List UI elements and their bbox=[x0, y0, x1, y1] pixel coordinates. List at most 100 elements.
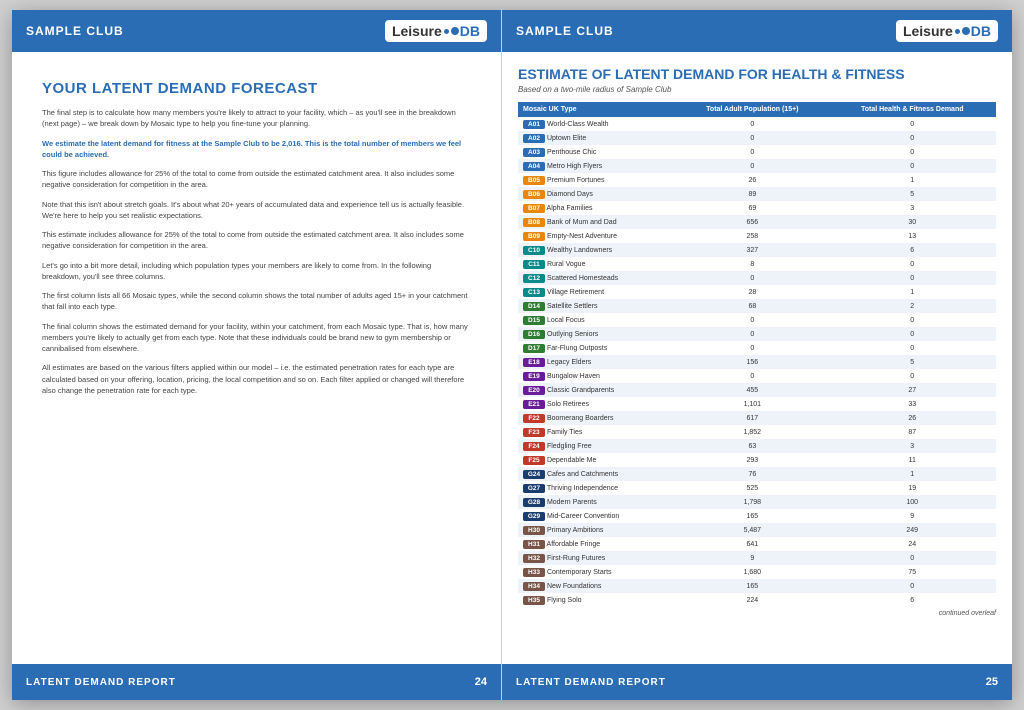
mosaic-code-badge: H32 bbox=[523, 554, 545, 563]
right-content: ESTIMATE OF LATENT DEMAND FOR HEALTH & F… bbox=[502, 52, 1012, 664]
table-cell-population: 165 bbox=[676, 579, 828, 593]
table-cell-population: 617 bbox=[676, 411, 828, 425]
table-cell-demand: 0 bbox=[828, 271, 996, 285]
mosaic-code-badge: B05 bbox=[523, 176, 545, 185]
mosaic-code-badge: D16 bbox=[523, 330, 545, 339]
table-row: D15 Local Focus00 bbox=[518, 313, 996, 327]
table-cell-demand: 13 bbox=[828, 229, 996, 243]
table-cell-population: 656 bbox=[676, 215, 828, 229]
table-cell-population: 1,798 bbox=[676, 495, 828, 509]
left-footer: LATENT DEMAND REPORT 24 bbox=[12, 664, 501, 700]
right-subtitle: Based on a two-mile radius of Sample Clu… bbox=[518, 85, 996, 94]
right-dot-small bbox=[955, 29, 960, 34]
mosaic-code-badge: B07 bbox=[523, 204, 545, 213]
table-cell-demand: 26 bbox=[828, 411, 996, 425]
mosaic-code-badge: C13 bbox=[523, 288, 545, 297]
table-row: F24 Fledgling Free633 bbox=[518, 439, 996, 453]
page-right: SAMPLE CLUB Leisure DB ESTIMATE OF LATEN… bbox=[502, 10, 1012, 700]
table-cell-type: D16 Outlying Seniors bbox=[518, 327, 676, 341]
table-row: C13 Village Retirement281 bbox=[518, 285, 996, 299]
table-cell-demand: 0 bbox=[828, 159, 996, 173]
right-title: ESTIMATE OF LATENT DEMAND FOR HEALTH & F… bbox=[518, 66, 996, 82]
table-row: H32 First-Rung Futures90 bbox=[518, 551, 996, 565]
table-cell-demand: 6 bbox=[828, 593, 996, 607]
table-cell-demand: 249 bbox=[828, 523, 996, 537]
continued-text: continued overleaf bbox=[518, 610, 996, 617]
table-cell-demand: 24 bbox=[828, 537, 996, 551]
mosaic-code-badge: E20 bbox=[523, 386, 545, 395]
right-footer: LATENT DEMAND REPORT 25 bbox=[502, 664, 1012, 700]
mosaic-code-badge: A02 bbox=[523, 134, 545, 143]
table-cell-population: 5,487 bbox=[676, 523, 828, 537]
table-row: B07 Alpha Families693 bbox=[518, 201, 996, 215]
table-cell-type: H31 Affordable Fringe bbox=[518, 537, 676, 551]
table-cell-type: E20 Classic Grandparents bbox=[518, 383, 676, 397]
table-row: B09 Empty-Nest Adventure25813 bbox=[518, 229, 996, 243]
mosaic-code-badge: C12 bbox=[523, 274, 545, 283]
table-row: H30 Primary Ambitions5,487249 bbox=[518, 523, 996, 537]
col-mosaic-type: Mosaic UK Type bbox=[518, 102, 676, 117]
table-cell-demand: 3 bbox=[828, 439, 996, 453]
table-cell-population: 0 bbox=[676, 327, 828, 341]
table-cell-type: F25 Dependable Me bbox=[518, 453, 676, 467]
table-row: C10 Wealthy Landowners3276 bbox=[518, 243, 996, 257]
table-cell-population: 76 bbox=[676, 467, 828, 481]
table-cell-type: E18 Legacy Elders bbox=[518, 355, 676, 369]
table-cell-demand: 0 bbox=[828, 369, 996, 383]
page-left: SAMPLE CLUB Leisure DB YOUR LATENT DEMAN… bbox=[12, 10, 502, 700]
left-para-8: All estimates are based on the various f… bbox=[42, 362, 471, 396]
left-club-name: SAMPLE CLUB bbox=[26, 24, 124, 38]
mosaic-code-badge: F22 bbox=[523, 414, 545, 423]
mosaic-code-badge: E21 bbox=[523, 400, 545, 409]
table-row: H35 Flying Solo2246 bbox=[518, 593, 996, 607]
table-row: D17 Far-Flung Outposts00 bbox=[518, 341, 996, 355]
left-para-4: This estimate includes allowance for 25%… bbox=[42, 229, 471, 252]
table-row: C12 Scattered Homesteads00 bbox=[518, 271, 996, 285]
table-cell-population: 0 bbox=[676, 341, 828, 355]
left-para-2: This figure includes allowance for 25% o… bbox=[42, 168, 471, 191]
table-cell-demand: 0 bbox=[828, 257, 996, 271]
table-cell-type: B08 Bank of Mum and Dad bbox=[518, 215, 676, 229]
table-cell-type: G28 Modern Parents bbox=[518, 495, 676, 509]
table-cell-demand: 19 bbox=[828, 481, 996, 495]
table-cell-type: G29 Mid-Career Convention bbox=[518, 509, 676, 523]
table-cell-population: 0 bbox=[676, 117, 828, 131]
table-cell-type: B07 Alpha Families bbox=[518, 201, 676, 215]
right-footer-page: 25 bbox=[986, 676, 998, 688]
mosaic-code-badge: A04 bbox=[523, 162, 545, 171]
table-row: H31 Affordable Fringe64124 bbox=[518, 537, 996, 551]
table-cell-type: A04 Metro High Flyers bbox=[518, 159, 676, 173]
table-cell-type: B09 Empty-Nest Adventure bbox=[518, 229, 676, 243]
right-club-name: SAMPLE CLUB bbox=[516, 24, 614, 38]
right-logo-db: DB bbox=[971, 23, 991, 39]
table-cell-type: A02 Uptown Elite bbox=[518, 131, 676, 145]
table-cell-type: A01 World-Class Wealth bbox=[518, 117, 676, 131]
table-cell-type: H35 Flying Solo bbox=[518, 593, 676, 607]
mosaic-code-badge: C10 bbox=[523, 246, 545, 255]
left-para-7: The final column shows the estimated dem… bbox=[42, 321, 471, 355]
col-population: Total Adult Population (15+) bbox=[676, 102, 828, 117]
left-dot-large bbox=[451, 27, 459, 35]
left-dot-small bbox=[444, 29, 449, 34]
table-row: E18 Legacy Elders1565 bbox=[518, 355, 996, 369]
table-cell-demand: 5 bbox=[828, 355, 996, 369]
table-row: F22 Boomerang Boarders61726 bbox=[518, 411, 996, 425]
mosaic-code-badge: A03 bbox=[523, 148, 545, 157]
table-cell-population: 0 bbox=[676, 145, 828, 159]
table-row: D16 Outlying Seniors00 bbox=[518, 327, 996, 341]
table-cell-population: 0 bbox=[676, 159, 828, 173]
table-cell-type: E19 Bungalow Haven bbox=[518, 369, 676, 383]
table-cell-population: 0 bbox=[676, 271, 828, 285]
table-cell-demand: 0 bbox=[828, 327, 996, 341]
right-logo-dots bbox=[955, 27, 970, 35]
table-row: E20 Classic Grandparents45527 bbox=[518, 383, 996, 397]
table-cell-population: 9 bbox=[676, 551, 828, 565]
left-para-5: Let's go into a bit more detail, includi… bbox=[42, 260, 471, 283]
table-cell-type: E21 Solo Retirees bbox=[518, 397, 676, 411]
mosaic-code-badge: G27 bbox=[523, 484, 545, 493]
table-cell-demand: 33 bbox=[828, 397, 996, 411]
table-cell-demand: 0 bbox=[828, 117, 996, 131]
table-cell-population: 1,852 bbox=[676, 425, 828, 439]
table-cell-type: D14 Satellite Settlers bbox=[518, 299, 676, 313]
left-para-1: The final step is to calculate how many … bbox=[42, 107, 471, 130]
